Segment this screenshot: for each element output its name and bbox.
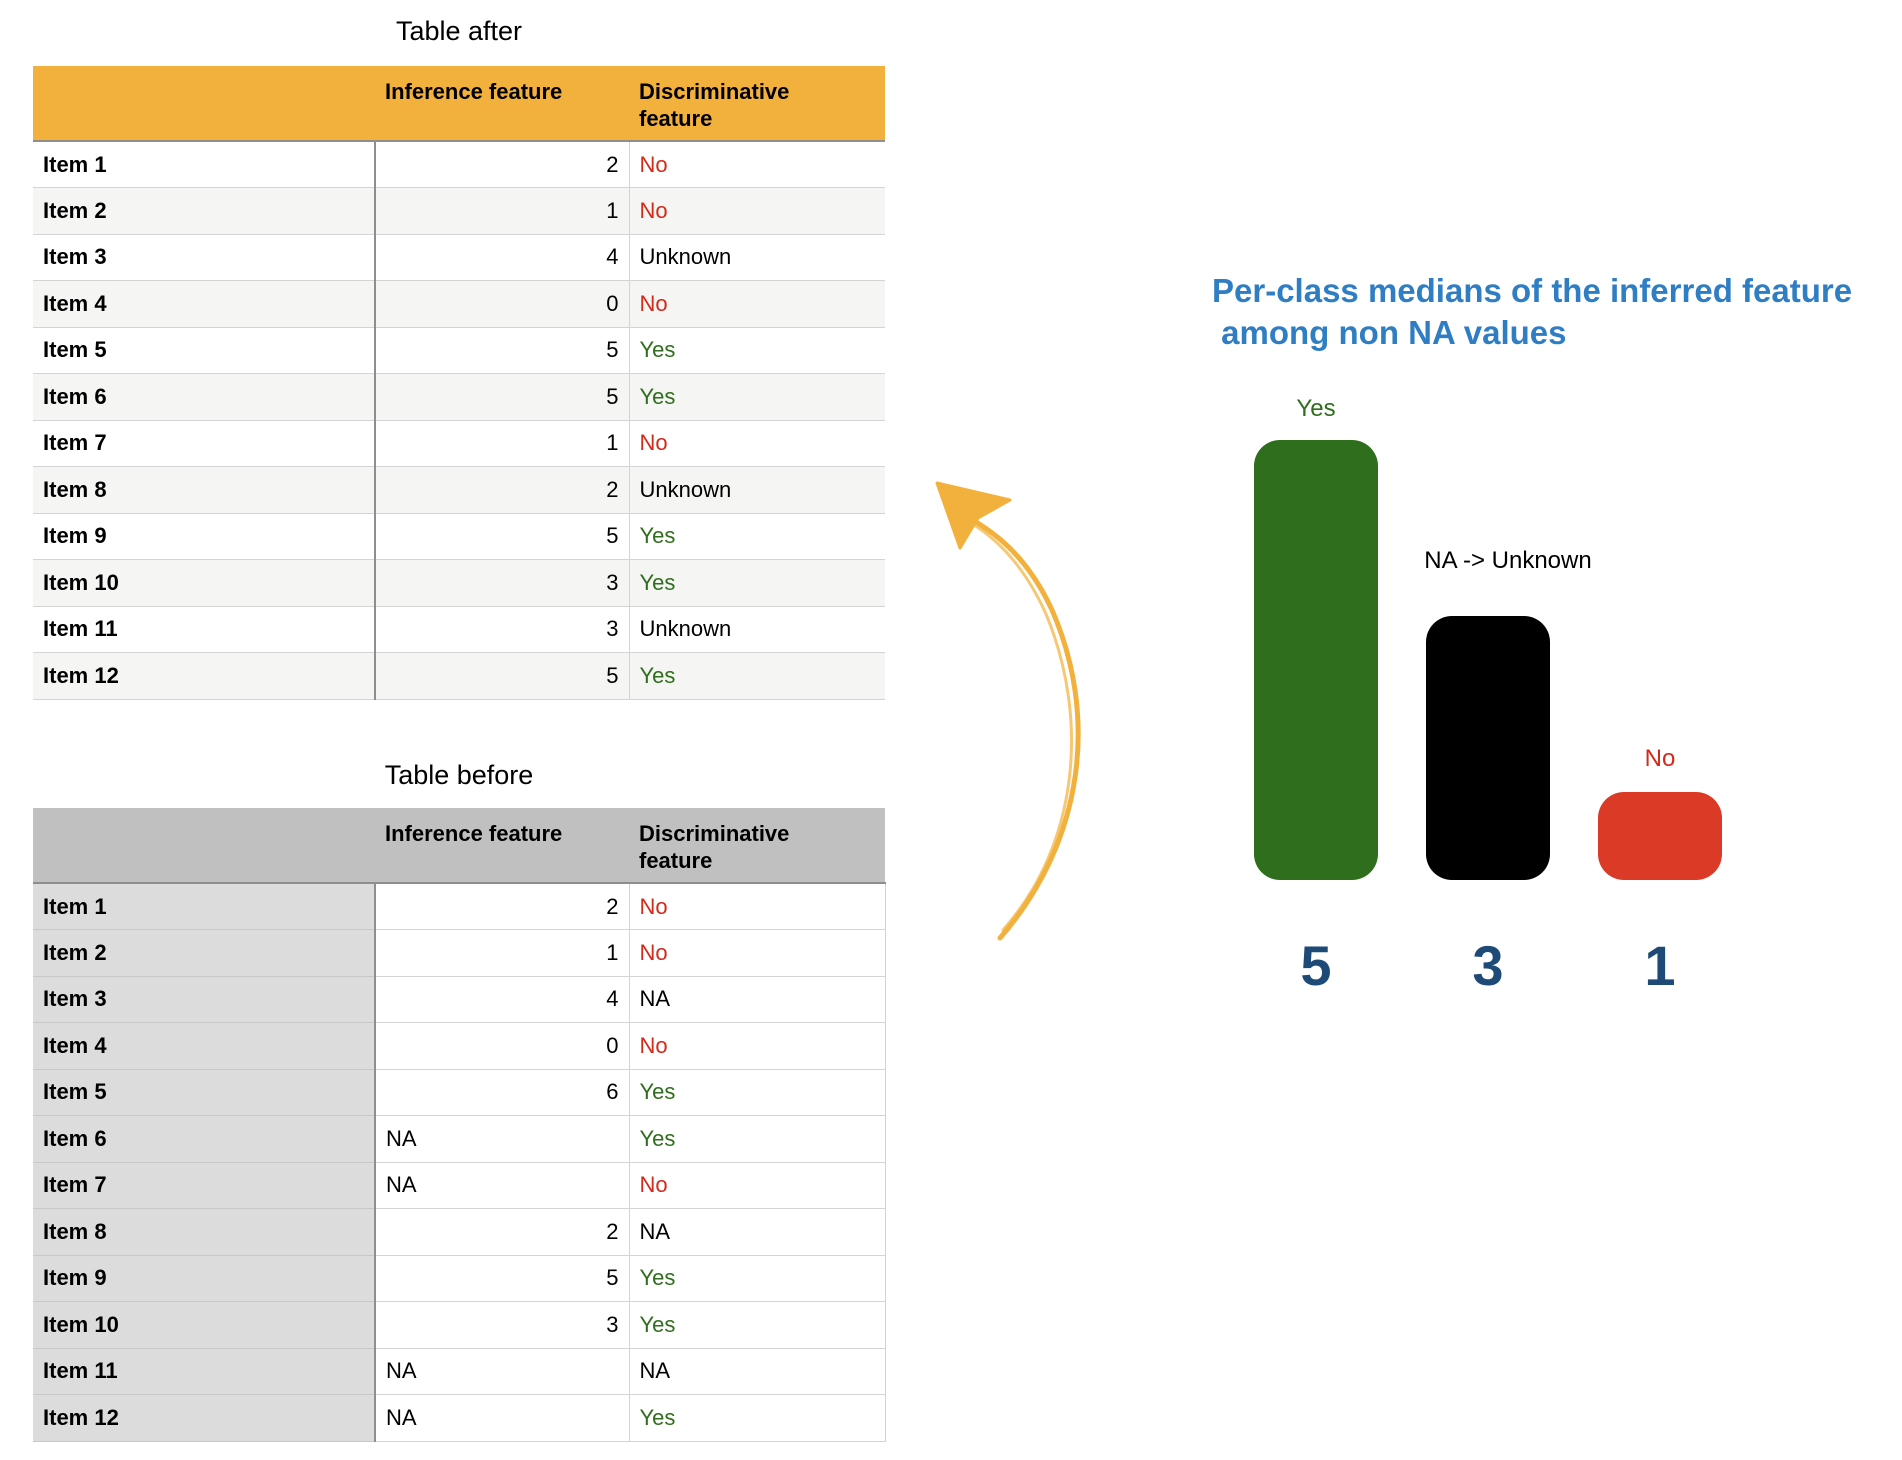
- bar-series: Yes 5 NA -> Unknown 3 No 1: [1254, 395, 1722, 997]
- bar-2: [1598, 792, 1722, 880]
- arrow-shaft: [952, 507, 1081, 941]
- value-label: 1: [1644, 934, 1675, 997]
- curved-arrow-up-icon: [935, 481, 1081, 941]
- value-label: 5: [1300, 934, 1331, 997]
- bar-0: [1254, 440, 1378, 880]
- category-label: Yes: [1296, 395, 1335, 422]
- category-label: NA -> Unknown: [1424, 547, 1591, 574]
- chart-canvas: Yes 5 NA -> Unknown 3 No 1: [935, 395, 1722, 997]
- value-label: 3: [1472, 934, 1503, 997]
- chart-title: Per-class medians of the inferred featur…: [1212, 272, 1853, 351]
- category-label: No: [1645, 745, 1676, 772]
- bar-1: [1426, 616, 1550, 880]
- arrow-shaft-sketch: [956, 513, 1073, 932]
